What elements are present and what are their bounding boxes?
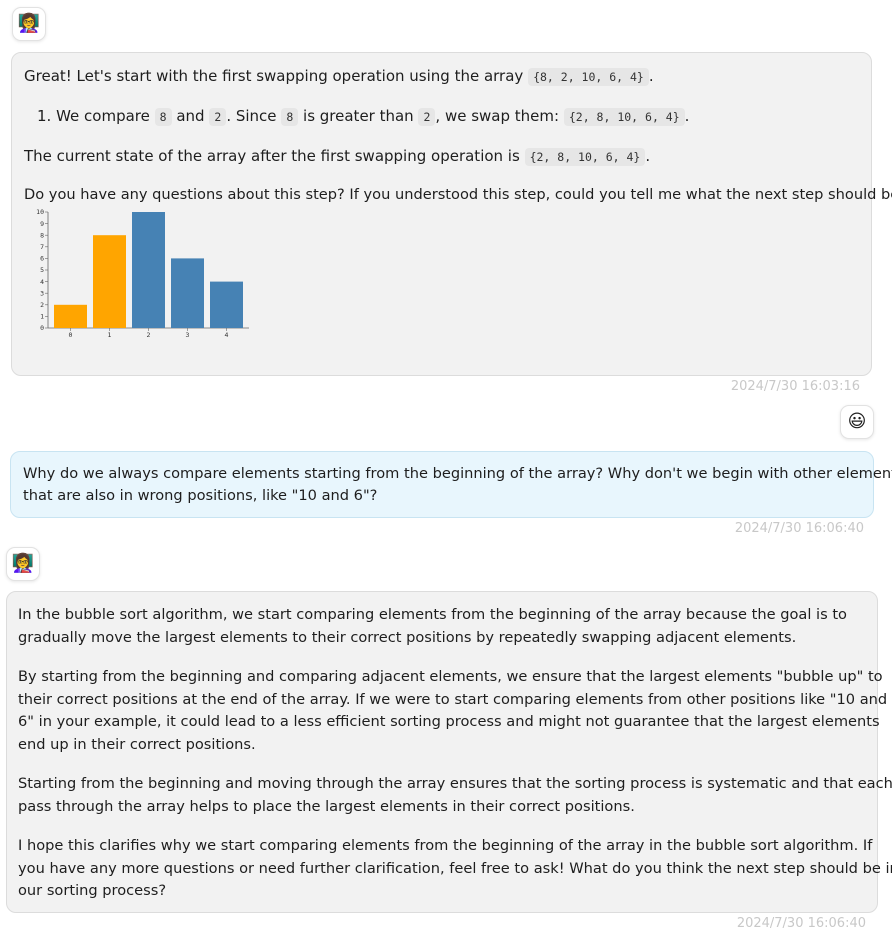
punctuation: . xyxy=(645,147,651,165)
paragraph-line: end up in their correct positions. xyxy=(18,735,256,753)
question-line: Do you have any questions about this ste… xyxy=(24,184,892,206)
punctuation: . xyxy=(648,67,654,85)
x-tick-label: 1 xyxy=(108,331,112,338)
woman-teacher-icon: 👩‍🏫 xyxy=(17,13,41,34)
woman-teacher-icon: 👩‍🏫 xyxy=(11,553,35,574)
message-timestamp: 2024/7/30 16:06:40 xyxy=(734,521,864,536)
y-tick-label: 8 xyxy=(40,231,44,239)
y-tick-label: 1 xyxy=(40,313,44,321)
assistant-message-bubble: Great! Let's start with the first swappi… xyxy=(11,52,892,376)
x-tick-label: 0 xyxy=(69,331,73,338)
paragraph-line: Starting from the beginning and moving t… xyxy=(18,775,892,792)
assistant-message-bubble: In the bubble sort algorithm, we start c… xyxy=(6,591,892,913)
y-tick-label: 3 xyxy=(40,289,44,297)
paragraph-line: In the bubble sort algorithm, we start c… xyxy=(18,606,847,623)
user-avatar: 😃 xyxy=(840,405,874,439)
array-code: {2, 8, 10, 6, 4} xyxy=(524,148,646,166)
x-tick-label: 4 xyxy=(225,331,229,338)
value-code: 8 xyxy=(281,108,299,126)
y-tick-label: 0 xyxy=(40,324,44,332)
paragraph-line: 6" in your example, it could lead to a l… xyxy=(18,713,880,730)
step-text: . Since xyxy=(226,107,277,125)
value-code: 2 xyxy=(209,108,227,126)
paragraph-line: their correct positions at the end of th… xyxy=(18,690,888,708)
user-message-bubble: Why do we always compare elements starti… xyxy=(10,451,892,518)
paragraph-line: you have any more questions or need furt… xyxy=(18,859,892,877)
bar-1 xyxy=(93,235,126,328)
y-tick-label: 9 xyxy=(40,220,44,228)
user-message-line: Why do we always compare elements starti… xyxy=(23,465,892,482)
assistant-avatar: 👩‍🏫 xyxy=(6,547,40,581)
message-text: The current state of the array after the… xyxy=(24,147,520,165)
punctuation: . xyxy=(684,107,690,125)
y-tick-label: 5 xyxy=(40,266,44,274)
step-list-item: 1. We compare 8 and 2. Since 8 is greate… xyxy=(37,105,861,128)
paragraph-line: our sorting process? xyxy=(18,882,167,899)
array-state-line: The current state of the array after the… xyxy=(24,145,861,168)
step-number: 1. xyxy=(37,107,52,125)
bar-4 xyxy=(210,281,243,328)
y-tick-label: 6 xyxy=(40,255,44,263)
x-tick-label: 3 xyxy=(186,331,190,338)
step-text: , we swap them: xyxy=(435,107,560,125)
message-timestamp: 2024/7/30 16:03:16 xyxy=(730,379,860,394)
paragraph-line: I hope this clarifies why we start compa… xyxy=(18,837,873,854)
y-tick-label: 4 xyxy=(40,278,44,286)
bar-2 xyxy=(132,212,165,328)
bar-0 xyxy=(54,304,87,328)
message-intro-line: Great! Let's start with the first swappi… xyxy=(24,65,861,88)
value-code: 8 xyxy=(154,108,172,126)
message-text: Do you have any questions about this ste… xyxy=(24,186,892,203)
bar-3 xyxy=(171,258,204,328)
array-bar-chart: 0 1 2 3 4 5 6 7 8 9 10 0 1 2 3 4 xyxy=(36,208,249,338)
y-tick-label: 2 xyxy=(40,301,44,309)
smiley-icon: 😃 xyxy=(847,411,867,432)
paragraph-line: pass through the array helps to place th… xyxy=(18,797,635,815)
array-code: {2, 8, 10, 6, 4} xyxy=(563,108,685,126)
message-text: Great! Let's start with the first swappi… xyxy=(24,67,524,85)
paragraph-line: By starting from the beginning and compa… xyxy=(18,668,883,685)
x-tick-label: 2 xyxy=(147,331,151,338)
y-tick-label: 10 xyxy=(36,208,44,216)
array-code: {8, 2, 10, 6, 4} xyxy=(528,68,649,86)
y-tick-label: 7 xyxy=(40,243,44,251)
step-text: We compare xyxy=(56,107,150,125)
assistant-avatar: 👩‍🏫 xyxy=(12,7,46,41)
paragraph-line: gradually move the largest elements to t… xyxy=(18,628,797,646)
step-text: and xyxy=(176,107,205,125)
step-text: is greater than xyxy=(303,107,414,125)
user-message-line: that are also in wrong positions, like "… xyxy=(23,487,378,504)
value-code: 2 xyxy=(418,108,436,126)
message-timestamp: 2024/7/30 16:06:40 xyxy=(736,916,866,931)
